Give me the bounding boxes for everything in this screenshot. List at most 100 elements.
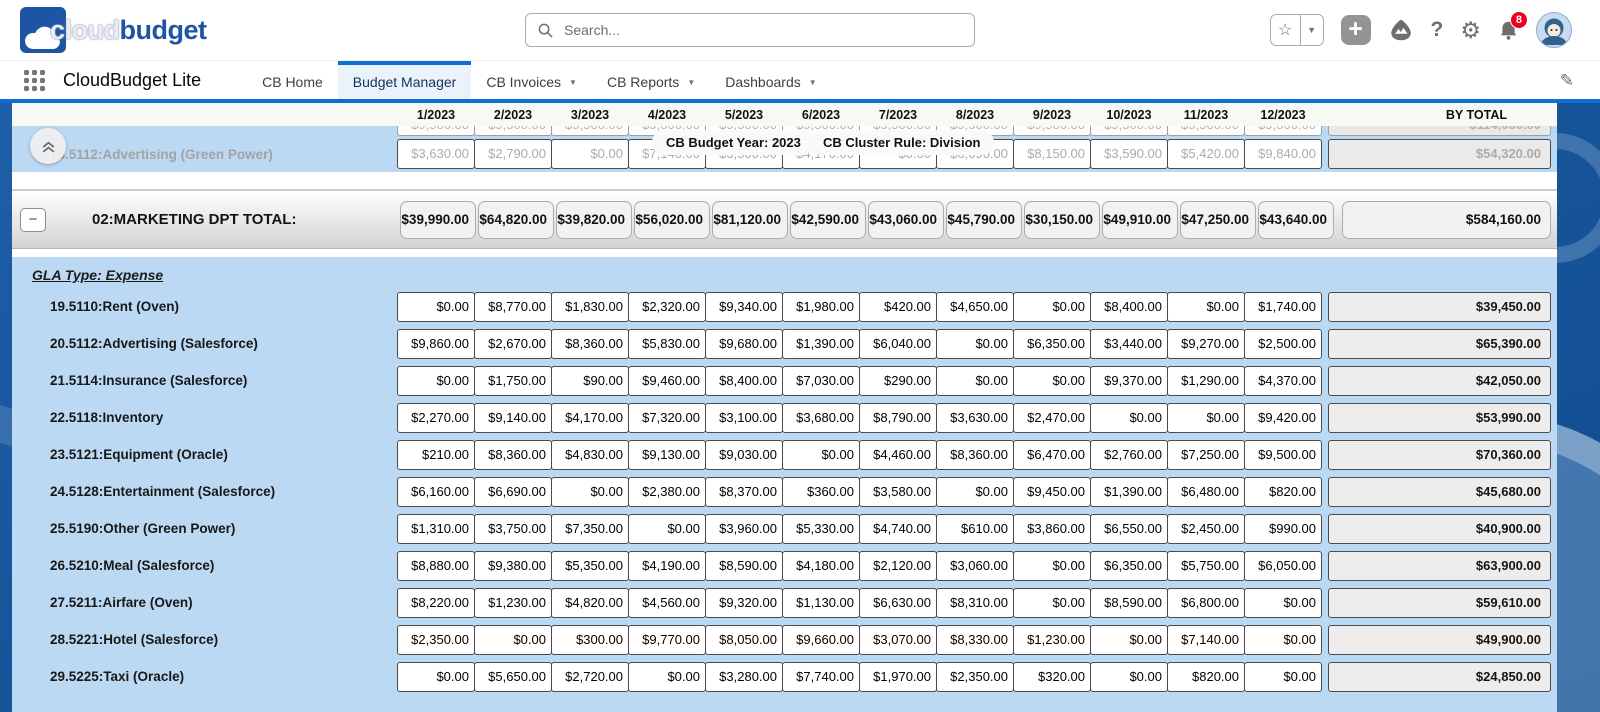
budget-cell[interactable]: $0.00 [1013,587,1091,618]
budget-cell[interactable]: $290.00 [859,365,937,396]
tab-cb-home[interactable]: CB Home [247,61,338,99]
budget-cell[interactable]: $8,590.00 [1090,587,1168,618]
budget-cell[interactable]: $9,030.00 [705,439,783,470]
budget-cell[interactable]: $9,370.00 [1090,365,1168,396]
budget-cell[interactable]: $2,120.00 [859,550,937,581]
budget-cell[interactable]: $1,390.00 [1090,476,1168,507]
budget-cell[interactable]: $3,280.00 [705,661,783,692]
setup-gear-icon[interactable]: ⚙ [1460,17,1481,44]
budget-cell[interactable]: $6,550.00 [1090,513,1168,544]
budget-cell[interactable]: $5,750.00 [1167,550,1245,581]
budget-cell[interactable]: $0.00 [1167,402,1245,433]
budget-cell[interactable]: $1,230.00 [474,587,552,618]
budget-cell[interactable]: $8,360.00 [936,439,1014,470]
notifications-bell-icon[interactable]: 8 [1498,10,1528,41]
budget-cell[interactable]: $1,310.00 [397,513,475,544]
budget-cell[interactable]: $3,860.00 [1013,513,1091,544]
budget-cell[interactable]: $4,560.00 [628,587,706,618]
budget-cell[interactable]: $990.00 [1244,513,1322,544]
budget-cell[interactable]: $9,380.00 [474,550,552,581]
budget-cell[interactable]: $0.00 [1244,661,1322,692]
budget-cell[interactable]: $4,170.00 [551,402,629,433]
budget-cell[interactable]: $3,960.00 [705,513,783,544]
budget-cell[interactable]: $0.00 [1090,402,1168,433]
budget-cell[interactable]: $360.00 [782,476,860,507]
user-avatar[interactable] [1536,12,1572,48]
tab-cb-invoices[interactable]: CB Invoices ▼ [471,61,592,99]
budget-cell[interactable]: $0.00 [628,661,706,692]
budget-cell[interactable]: $7,140.00 [1167,624,1245,655]
budget-cell[interactable]: $7,350.00 [551,513,629,544]
budget-cell[interactable]: $6,800.00 [1167,587,1245,618]
guidance-center-icon[interactable] [1388,17,1414,43]
edit-pencil-icon[interactable]: ✎ [1560,71,1574,91]
budget-cell[interactable]: $9,140.00 [474,402,552,433]
budget-cell[interactable]: $8,770.00 [474,291,552,322]
budget-cell[interactable]: $6,630.00 [859,587,937,618]
global-search[interactable] [525,13,975,47]
budget-cell[interactable]: $9,270.00 [1167,328,1245,359]
budget-cell[interactable]: $8,050.00 [705,624,783,655]
budget-cell[interactable]: $300.00 [551,624,629,655]
budget-cell[interactable]: $9,860.00 [397,328,475,359]
budget-cell[interactable]: $4,820.00 [551,587,629,618]
budget-cell[interactable]: $9,660.00 [782,624,860,655]
budget-cell[interactable]: $3,440.00 [1090,328,1168,359]
scroll-to-top-button[interactable] [30,128,66,164]
budget-cell[interactable]: $0.00 [1013,291,1091,322]
budget-cell[interactable]: $7,030.00 [782,365,860,396]
budget-cell[interactable]: $610.00 [936,513,1014,544]
budget-cell[interactable]: $0.00 [1090,624,1168,655]
budget-cell[interactable]: $9,450.00 [1013,476,1091,507]
budget-cell[interactable]: $0.00 [1013,365,1091,396]
budget-cell[interactable]: $90.00 [551,365,629,396]
budget-cell[interactable]: $2,450.00 [1167,513,1245,544]
budget-cell[interactable]: $5,350.00 [551,550,629,581]
budget-cell[interactable]: $0.00 [1090,661,1168,692]
budget-cell[interactable]: $8,400.00 [705,365,783,396]
budget-cell[interactable]: $0.00 [936,476,1014,507]
budget-cell[interactable]: $3,680.00 [782,402,860,433]
budget-cell[interactable]: $2,470.00 [1013,402,1091,433]
budget-cell[interactable]: $8,330.00 [936,624,1014,655]
favorites-star-icon[interactable]: ☆ [1271,15,1301,45]
budget-cell[interactable]: $6,040.00 [859,328,937,359]
budget-cell[interactable]: $0.00 [936,365,1014,396]
budget-cell[interactable]: $6,050.00 [1244,550,1322,581]
budget-cell[interactable]: $2,670.00 [474,328,552,359]
budget-cell[interactable]: $2,320.00 [628,291,706,322]
budget-cell[interactable]: $0.00 [551,476,629,507]
budget-cell[interactable]: $9,130.00 [628,439,706,470]
budget-cell[interactable]: $4,650.00 [936,291,1014,322]
budget-cell[interactable]: $7,250.00 [1167,439,1245,470]
budget-cell[interactable]: $6,470.00 [1013,439,1091,470]
budget-cell[interactable]: $3,580.00 [859,476,937,507]
budget-cell[interactable]: $6,350.00 [1090,550,1168,581]
budget-cell[interactable]: $3,060.00 [936,550,1014,581]
budget-cell[interactable]: $8,880.00 [397,550,475,581]
budget-cell[interactable]: $4,740.00 [859,513,937,544]
budget-cell[interactable]: $6,160.00 [397,476,475,507]
budget-cell[interactable]: $1,970.00 [859,661,937,692]
budget-cell[interactable]: $2,350.00 [397,624,475,655]
budget-cell[interactable]: $1,130.00 [782,587,860,618]
budget-cell[interactable]: $0.00 [782,439,860,470]
budget-cell[interactable]: $0.00 [474,624,552,655]
budget-cell[interactable]: $2,760.00 [1090,439,1168,470]
budget-cell[interactable]: $1,980.00 [782,291,860,322]
budget-cell[interactable]: $0.00 [1167,291,1245,322]
budget-cell[interactable]: $9,500.00 [1244,439,1322,470]
budget-cell[interactable]: $0.00 [397,661,475,692]
budget-cell[interactable]: $1,290.00 [1167,365,1245,396]
budget-cell[interactable]: $0.00 [628,513,706,544]
budget-cell[interactable]: $4,180.00 [782,550,860,581]
budget-cell[interactable]: $6,480.00 [1167,476,1245,507]
budget-cell[interactable]: $1,740.00 [1244,291,1322,322]
budget-cell[interactable]: $320.00 [1013,661,1091,692]
help-icon[interactable]: ? [1431,18,1444,42]
budget-cell[interactable]: $0.00 [397,365,475,396]
budget-cell[interactable]: $2,500.00 [1244,328,1322,359]
budget-cell[interactable]: $1,830.00 [551,291,629,322]
budget-cell[interactable]: $9,680.00 [705,328,783,359]
quick-add-button[interactable]: + [1340,15,1371,45]
